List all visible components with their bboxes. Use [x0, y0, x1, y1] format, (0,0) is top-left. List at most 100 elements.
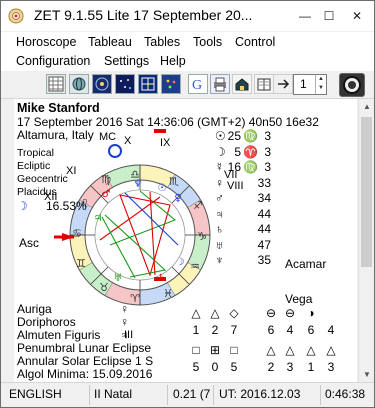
app-window: ZET 9.1.55 Lite 17 September 20... — ☐ ✕…: [0, 0, 375, 408]
house-label-xii: XII: [44, 191, 58, 203]
planet-degree: 5: [234, 144, 241, 159]
window-title: ZET 9.1.55 Lite 17 September 20...: [34, 7, 253, 23]
planet-minute: 35: [257, 253, 271, 267]
svg-text:G: G: [192, 78, 202, 93]
scroll-up-icon[interactable]: ▲: [359, 99, 375, 115]
planet-position-row: ♀ 33: [215, 176, 271, 190]
aspect-count: 2: [211, 323, 219, 337]
planet-position-row: ♃ 44: [215, 207, 271, 221]
chart-number-stepper[interactable]: 1 ▲ ▼: [293, 74, 327, 95]
aspect-count: 0: [211, 360, 219, 374]
planet-position-row: ☿ 16 ♍ 3: [215, 160, 271, 174]
planet-minute: 44: [257, 206, 271, 221]
algol-minima: Algol Minima: 15.09.2016: [17, 367, 153, 381]
aspect-glyph: △: [326, 343, 336, 357]
aspect-count: 5: [192, 360, 200, 374]
svg-text:♍: ♍: [101, 173, 111, 186]
title-bar[interactable]: ZET 9.1.55 Lite 17 September 20... — ☐ ✕: [1, 1, 374, 31]
menu-tools[interactable]: Tools: [193, 35, 222, 49]
status-time: 0:46:38: [325, 387, 366, 401]
planet-icon: ♅: [215, 237, 224, 252]
status-language: ENGLISH: [9, 387, 62, 401]
aspect-glyph: △: [285, 343, 295, 357]
book-icon[interactable]: [254, 74, 274, 94]
aspect-glyph: ⊖: [284, 306, 296, 320]
aspect-glyph: ◇: [229, 306, 239, 320]
midheaven-label: MC: [99, 131, 117, 143]
planet-position-row: ☽ 5 ♈ 3: [215, 145, 271, 159]
planet-icon: ♄: [215, 222, 224, 236]
status-coord: 0.21 (7: [173, 387, 211, 401]
aspect-glyph: △: [266, 343, 276, 357]
svg-text:☉: ☉: [158, 183, 167, 194]
venus-glyph: ♀: [120, 302, 129, 316]
solar-eclipse: Annular Solar Eclipse 1 S: [17, 354, 154, 368]
aspect-count: 3: [286, 360, 294, 374]
zodiac-app-icon: [8, 8, 24, 24]
menu-tableau[interactable]: Tableau: [88, 35, 132, 49]
center-setting: Geocentric: [17, 173, 68, 185]
planet-degree: 16: [227, 160, 241, 174]
stepper-arrows-icon[interactable]: ▲ ▼: [315, 75, 326, 94]
menu-horoscope[interactable]: Horoscope: [16, 35, 76, 49]
house-label-xi: XI: [66, 165, 77, 177]
venus-glyph-2: ♀: [120, 315, 129, 329]
svg-text:♒: ♒: [190, 260, 200, 273]
grid-chart-icon[interactable]: [138, 74, 158, 94]
planet-minute: 34: [257, 191, 271, 205]
star-doriphoros: Doriphoros: [17, 315, 76, 329]
planet-icon: ♂: [215, 191, 224, 205]
chart-panel[interactable]: Mike Stanford 17 September 2016 Sat 14:3…: [14, 99, 357, 383]
stepper-value: 1: [300, 77, 307, 91]
planet-icon: ☉: [215, 129, 226, 143]
aspect-count: 4: [327, 323, 335, 337]
menu-help[interactable]: Help: [160, 54, 186, 68]
g-letter-icon[interactable]: G: [188, 74, 208, 94]
print-icon[interactable]: [210, 74, 230, 94]
menu-control[interactable]: Control: [235, 35, 275, 49]
dots-chart-icon[interactable]: [161, 74, 181, 94]
aspect-glyph: ⊞: [209, 343, 221, 357]
aspect-glyph: □: [192, 343, 200, 357]
aspect-count: 4: [286, 323, 294, 337]
globe-icon[interactable]: [69, 74, 89, 94]
person-name: Mike Stanford: [17, 101, 100, 115]
planet-position-row: ♅ 47: [215, 238, 271, 252]
dial-icon[interactable]: [339, 73, 365, 97]
sign-icon: ♍: [243, 129, 258, 143]
planet-icon: ♆: [215, 253, 224, 267]
svg-text:♊: ♊: [76, 257, 86, 270]
svg-text:♂: ♂: [102, 189, 111, 200]
close-button[interactable]: ✕: [341, 1, 373, 31]
house-icon[interactable]: [232, 74, 252, 94]
vertical-scrollbar[interactable]: ▲ ▼: [358, 99, 374, 383]
sign-icon: ♈: [243, 144, 258, 159]
planet-minute: 47: [257, 237, 271, 252]
aspect-count: 1: [307, 360, 315, 374]
menu-bar: Horoscope Tableau Tables Tools Control C…: [1, 32, 374, 72]
svg-text:♅: ♅: [114, 273, 123, 284]
status-mode: II Natal: [94, 387, 133, 401]
menu-settings[interactable]: Settings: [104, 54, 149, 68]
scroll-thumb[interactable]: [361, 117, 372, 267]
table-icon[interactable]: [46, 74, 66, 94]
lunar-eclipse: Penumbral Lunar Eclipse: [17, 341, 152, 355]
aspect-count: 3: [327, 360, 335, 374]
svg-text:♉: ♉: [99, 281, 109, 294]
arrow-icon[interactable]: [273, 74, 293, 94]
jupiter-glyph: ♃: [120, 328, 129, 342]
aspect-count: 6: [267, 323, 275, 337]
scroll-down-icon[interactable]: ▼: [359, 367, 375, 383]
svg-text:♓: ♓: [163, 287, 173, 300]
menu-tables[interactable]: Tables: [144, 35, 180, 49]
star-map-icon[interactable]: [115, 74, 135, 94]
aspect-glyph: □: [230, 343, 238, 357]
aspect-count: 7: [230, 323, 238, 337]
planet-minute: 3: [264, 129, 271, 143]
svg-text:♑: ♑: [197, 230, 207, 243]
aspect-glyph: △: [191, 306, 201, 320]
chart-wheel-icon[interactable]: [92, 74, 112, 94]
menu-configuration[interactable]: Configuration: [16, 54, 90, 68]
aspect-glyph: △: [306, 343, 316, 357]
planet-icon: ☽: [215, 144, 226, 159]
